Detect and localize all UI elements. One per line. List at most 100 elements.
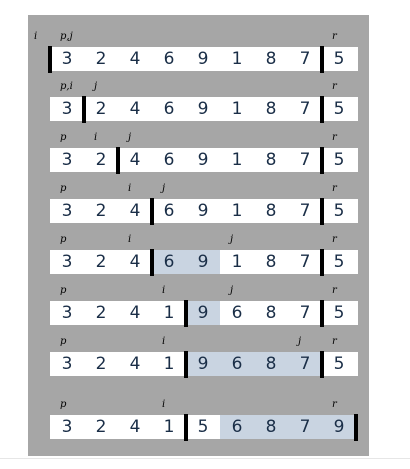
partition-divider xyxy=(82,96,86,123)
array-cell: 6 xyxy=(163,252,175,272)
array-cell: 9 xyxy=(197,354,209,374)
array-cell: 2 xyxy=(95,303,107,323)
array-cell: 9 xyxy=(197,99,209,119)
array-cell: 5 xyxy=(333,150,345,170)
array-strip: 3 2 4 6 9 1 8 7 5 xyxy=(50,249,358,276)
array-cell: 6 xyxy=(231,303,243,323)
pointer-label: j xyxy=(230,234,234,245)
array-cell: 6 xyxy=(231,417,243,437)
array-cell: 5 xyxy=(333,99,345,119)
array-cell: 7 xyxy=(299,252,311,272)
array-cell: 3 xyxy=(61,49,73,69)
pointer-label: j xyxy=(94,81,98,92)
partition-divider xyxy=(320,198,324,225)
pointer-label: i xyxy=(128,183,132,194)
array-cell: 8 xyxy=(265,303,277,323)
partition-divider xyxy=(184,414,188,441)
array-strip: 3 2 4 1 9 6 8 7 5 xyxy=(50,300,358,327)
array-cell: 8 xyxy=(265,99,277,119)
pointer-label: i xyxy=(162,285,166,296)
partition-diagram: i p,j r 3 2 4 6 9 1 8 7 5 p,i j r 3 2 4 6 9 1 8 7 5 p i j r 3 2 4 6 9 1 8… xyxy=(28,15,369,456)
array-cell: 7 xyxy=(299,201,311,221)
partition-divider xyxy=(320,351,324,378)
array-cell: 8 xyxy=(265,417,277,437)
array-cell: 4 xyxy=(129,150,141,170)
array-cell: 5 xyxy=(333,201,345,221)
array-cell: 4 xyxy=(129,303,141,323)
array-cell: 4 xyxy=(129,201,141,221)
array-cell: 7 xyxy=(299,99,311,119)
array-cell: 8 xyxy=(265,150,277,170)
pointer-label: p xyxy=(60,132,67,143)
array-cell: 7 xyxy=(299,354,311,374)
array-cell: 8 xyxy=(265,201,277,221)
partition-divider xyxy=(320,249,324,276)
array-row-8: p i r 3 2 4 1 5 6 8 7 9 xyxy=(28,399,369,469)
pointer-label: i xyxy=(128,234,132,245)
array-cell: 1 xyxy=(163,303,175,323)
array-cell: 2 xyxy=(95,417,107,437)
array-cell: 6 xyxy=(163,201,175,221)
array-cell: 4 xyxy=(129,252,141,272)
array-cell: 5 xyxy=(197,417,209,437)
array-cell: 2 xyxy=(95,354,107,374)
array-strip: 3 2 4 6 9 1 8 7 5 xyxy=(50,198,358,225)
array-cell: 4 xyxy=(129,99,141,119)
array-cell: 7 xyxy=(299,303,311,323)
array-cell: 5 xyxy=(333,252,345,272)
partition-divider xyxy=(48,46,52,73)
array-row-7: p i j r 3 2 4 1 9 6 8 7 5 xyxy=(28,336,369,406)
array-cell: 4 xyxy=(129,354,141,374)
array-strip: 3 2 4 1 5 6 8 7 9 xyxy=(50,414,358,441)
pointer-label: r xyxy=(332,81,337,92)
pointer-label: i xyxy=(94,132,98,143)
array-cell: 7 xyxy=(299,150,311,170)
array-strip: 3 2 4 1 9 6 8 7 5 xyxy=(50,351,358,378)
pointer-label: p xyxy=(60,399,67,410)
array-cell: 1 xyxy=(231,49,243,69)
pointer-label: r xyxy=(332,132,337,143)
array-cell: 3 xyxy=(61,201,73,221)
divider xyxy=(0,458,410,459)
array-cell: 8 xyxy=(265,354,277,374)
array-cell: 9 xyxy=(197,201,209,221)
array-cell: 1 xyxy=(231,99,243,119)
array-cell: 9 xyxy=(197,49,209,69)
array-cell: 9 xyxy=(197,303,209,323)
array-cell: 2 xyxy=(95,201,107,221)
array-cell: 7 xyxy=(299,417,311,437)
pointer-label: r xyxy=(332,183,337,194)
array-cell: 4 xyxy=(129,49,141,69)
partition-divider xyxy=(150,249,154,276)
pointer-label: p xyxy=(60,336,67,347)
array-cell: 3 xyxy=(61,99,73,119)
array-cell: 9 xyxy=(333,417,345,437)
array-row-3: p i j r 3 2 4 6 9 1 8 7 5 xyxy=(28,132,369,202)
array-strip: 3 2 4 6 9 1 8 7 5 xyxy=(48,46,358,73)
array-cell: 3 xyxy=(61,252,73,272)
pointer-label: p,i xyxy=(60,81,73,92)
pointer-label: r xyxy=(332,31,337,42)
array-row-2: p,i j r 3 2 4 6 9 1 8 7 5 xyxy=(28,81,369,151)
array-cell: 9 xyxy=(197,252,209,272)
partition-divider xyxy=(184,351,188,378)
pointer-label: p xyxy=(60,234,67,245)
array-cell: 8 xyxy=(265,252,277,272)
pointer-label: p,j xyxy=(60,31,73,42)
pointer-label: r xyxy=(332,234,337,245)
label-i-outside: i xyxy=(34,31,38,42)
array-cell: 9 xyxy=(197,150,209,170)
array-cell: 5 xyxy=(333,303,345,323)
array-strip: 3 2 4 6 9 1 8 7 5 xyxy=(50,147,358,174)
array-cell: 7 xyxy=(299,49,311,69)
array-cell: 1 xyxy=(163,417,175,437)
pointer-label: i xyxy=(162,399,166,410)
pointer-label: p xyxy=(60,183,67,194)
partition-divider xyxy=(320,300,324,327)
pointer-label: p xyxy=(60,285,67,296)
pointer-label: i xyxy=(162,336,166,347)
array-cell: 6 xyxy=(163,99,175,119)
array-row-5: p i j r 3 2 4 6 9 1 8 7 5 xyxy=(28,234,369,304)
array-cell: 5 xyxy=(333,354,345,374)
array-cell: 1 xyxy=(231,201,243,221)
